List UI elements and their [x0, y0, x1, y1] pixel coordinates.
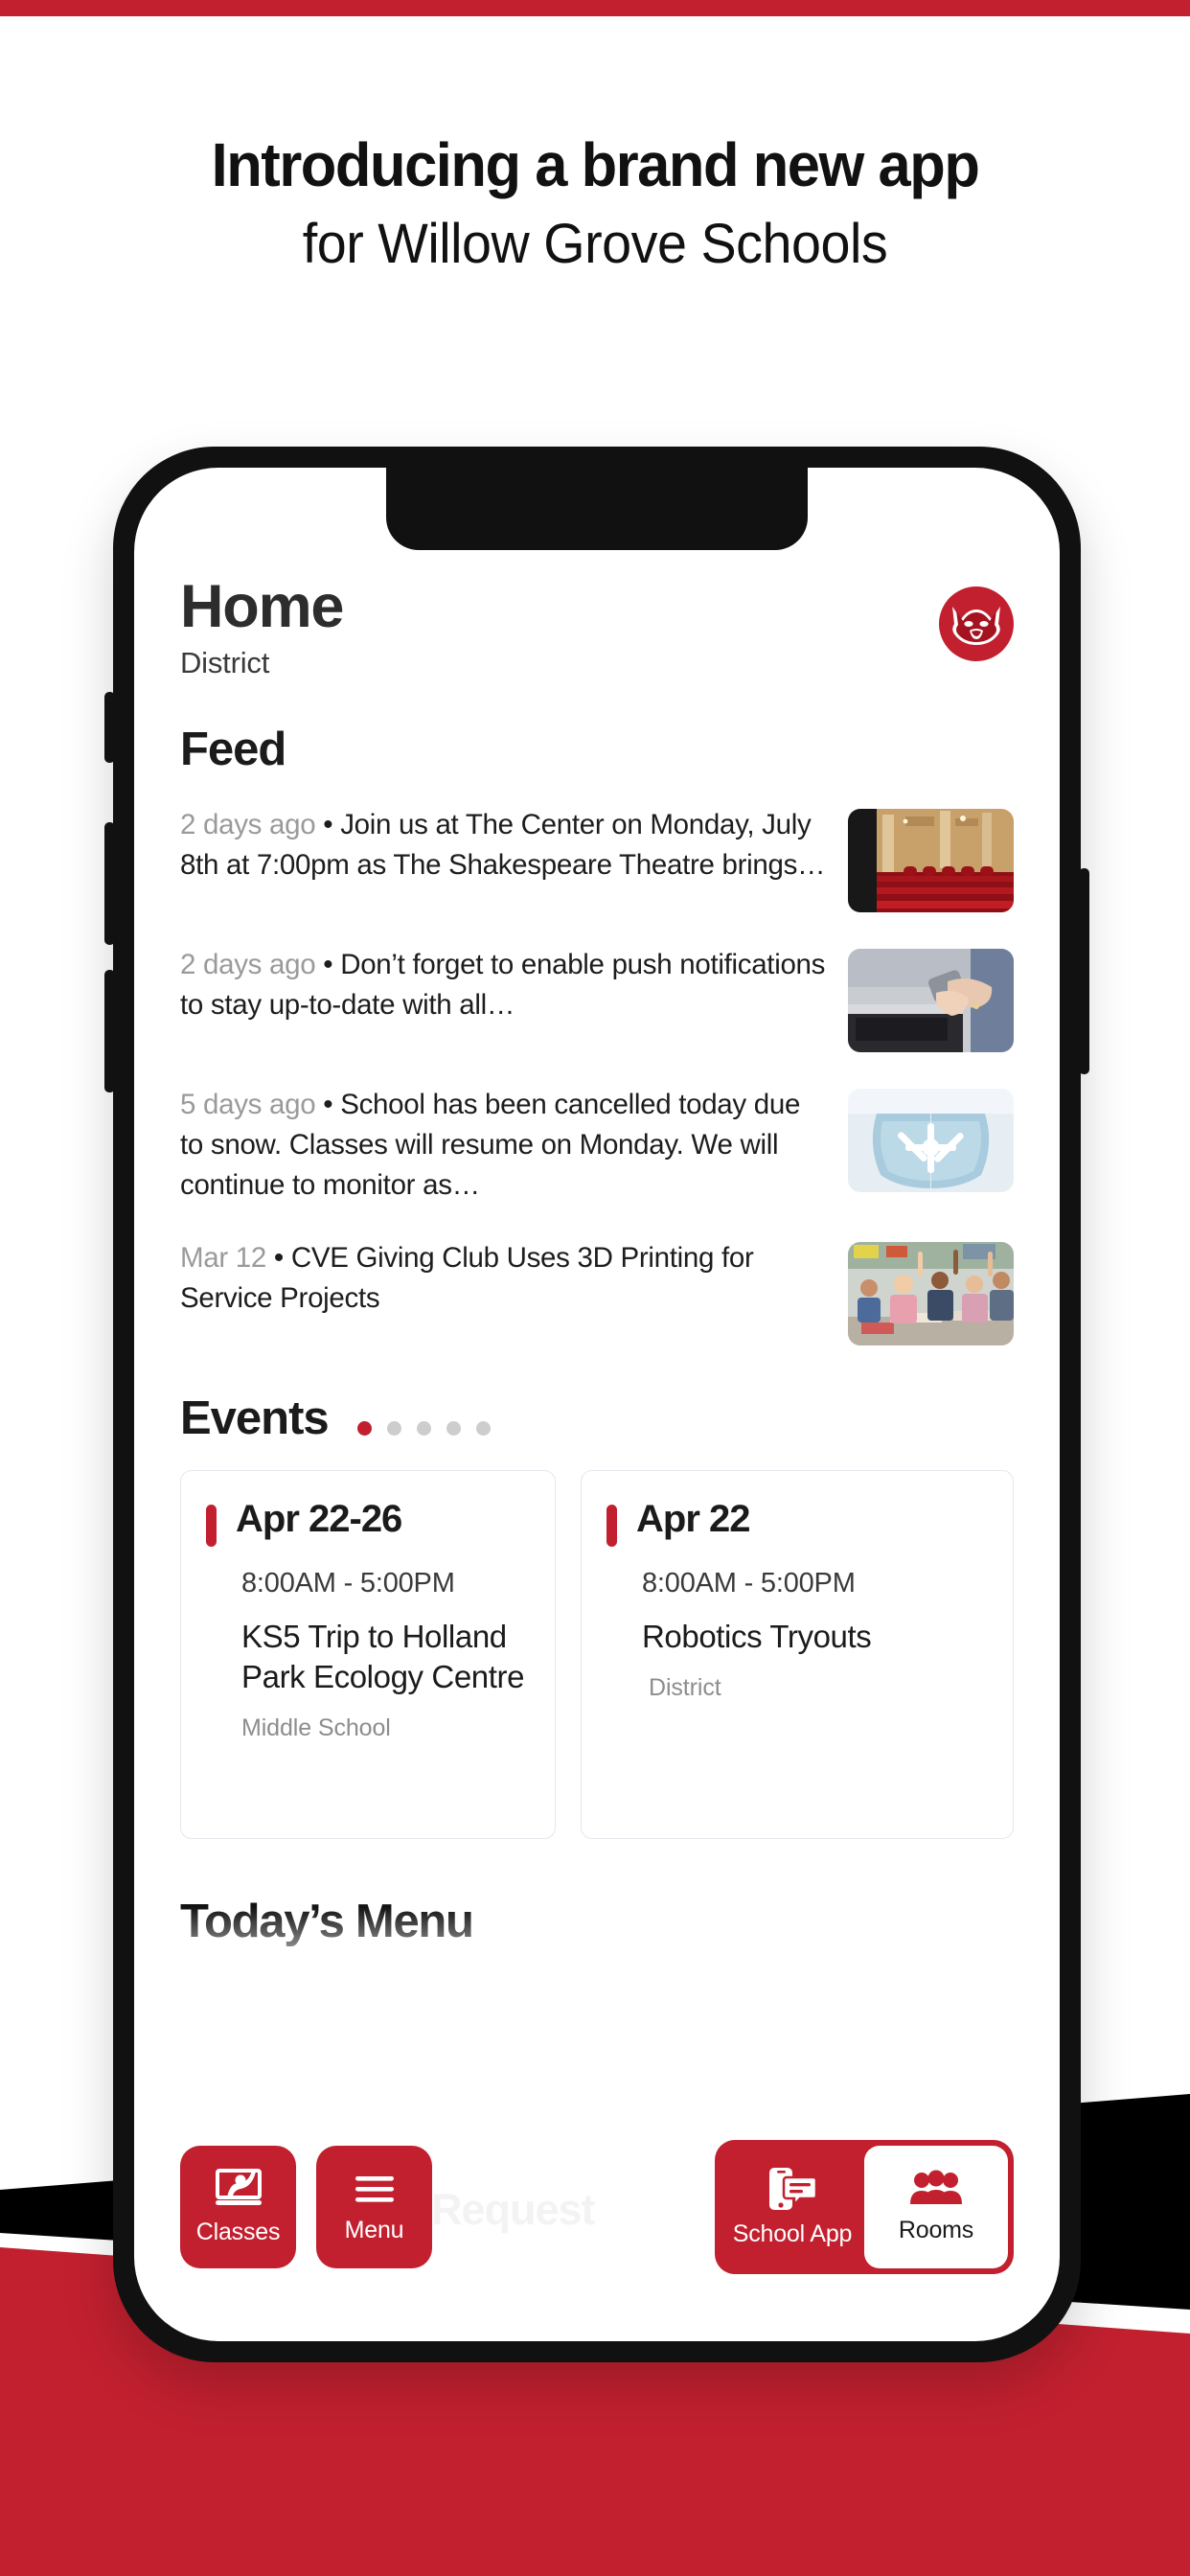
nav-tile-label: Menu	[344, 2217, 404, 2243]
theatre-seats-image	[848, 809, 1014, 913]
nav-group: School App Rooms	[715, 2140, 1014, 2274]
feed-item-body: CVE Giving Club Uses 3D Printing for Ser…	[180, 1241, 754, 1314]
people-group-icon	[910, 2170, 962, 2204]
promo-headline: Introducing a brand new app for Willow G…	[0, 0, 1190, 272]
phone-message-icon	[769, 2168, 818, 2210]
app-header: Home District	[180, 575, 1014, 680]
nav-tile-label: Classes	[195, 2219, 281, 2245]
snowflake-mittens-image	[848, 1089, 1014, 1193]
phone-screen: Home District Feed 2 days ago • Join us …	[134, 468, 1060, 2341]
headline-line-2: for Willow Grove Schools	[302, 213, 888, 275]
mute-switch-button[interactable]	[104, 692, 115, 763]
pagination-dot-2[interactable]	[386, 1421, 401, 1437]
event-name: KS5 Trip to Holland Park Ecology Centre	[241, 1618, 525, 1694]
app-content: Home District Feed 2 days ago • Join us …	[134, 468, 1060, 2341]
phone-notch	[386, 468, 808, 550]
event-time: 8:00AM - 5:00PM	[642, 1567, 856, 1598]
wildcat-icon-glyph	[952, 607, 1000, 645]
feed-item[interactable]: 5 days ago • School has been cancelled t…	[180, 1085, 1014, 1206]
headline-line-1: Introducing a brand new app	[211, 130, 980, 199]
nav-tile-rooms[interactable]: Rooms	[864, 2146, 1008, 2268]
phone-mockup: Home District Feed 2 days ago • Join us …	[104, 447, 1089, 2362]
feed-item-separator: •	[323, 809, 333, 841]
feed-item-time: 2 days ago	[180, 949, 316, 981]
event-date: Apr 22-26	[236, 1497, 402, 1540]
nav-tile-classes[interactable]: Classes	[180, 2146, 296, 2268]
hamburger-lines-icon	[355, 2176, 394, 2202]
feed-item-text: Mar 12 • CVE Giving Club Uses 3D Printin…	[180, 1238, 827, 1319]
feed-section-title: Feed	[180, 724, 286, 776]
feed-item-separator: •	[323, 949, 333, 981]
event-scope: Middle School	[241, 1714, 391, 1742]
feed-list: 2 days ago • Join us at The Center on Mo…	[180, 805, 1014, 1346]
pagination-dot-4[interactable]	[446, 1421, 461, 1437]
classroom-students-image	[848, 1241, 1014, 1346]
snowflake-mittens-thumbnail[interactable]	[848, 1089, 1014, 1193]
nav-tile-label: Rooms	[898, 2217, 974, 2243]
feed-item-separator: •	[273, 1241, 284, 1274]
event-accent-bar-icon	[206, 1504, 217, 1547]
feed-item[interactable]: 2 days ago • Join us at The Center on Mo…	[180, 805, 1014, 913]
event-card-header: Apr 22-26	[181, 1500, 528, 1547]
feed-item-time: Mar 12	[180, 1241, 267, 1274]
events-section-header: Events	[180, 1392, 1014, 1445]
classroom-students-thumbnail[interactable]	[848, 1241, 1014, 1346]
feed-item-time: 5 days ago	[180, 1089, 316, 1121]
volume-up-button[interactable]	[104, 822, 115, 945]
page-subtitle: District	[180, 646, 270, 680]
nav-tile-label: School App	[732, 2220, 853, 2247]
hands-phone-laptop-thumbnail[interactable]	[848, 949, 1014, 1053]
nav-tile-school-app[interactable]: School App	[721, 2146, 864, 2268]
feed-item[interactable]: 2 days ago • Don’t forget to enable push…	[180, 945, 1014, 1053]
feed-item[interactable]: Mar 12 • CVE Giving Club Uses 3D Printin…	[180, 1238, 1014, 1346]
event-accent-bar-icon	[606, 1504, 617, 1547]
event-date: Apr 22	[636, 1497, 750, 1540]
events-section-title: Events	[180, 1392, 330, 1444]
events-pagination-dots[interactable]	[356, 1400, 491, 1437]
feed-item-text: 2 days ago • Don’t forget to enable push…	[180, 945, 827, 1025]
event-card-body: 8:00AM - 5:00PM Robotics Tryouts Distric…	[582, 1568, 986, 1702]
app-header-titles: Home District	[180, 573, 344, 680]
power-button[interactable]	[1079, 868, 1089, 1074]
hands-phone-image	[848, 949, 1014, 1053]
pagination-dot-3[interactable]	[416, 1421, 431, 1437]
events-carousel[interactable]: Apr 22-26 8:00AM - 5:00PM KS5 Trip to Ho…	[180, 1469, 1014, 1839]
presentation-person-icon	[215, 2169, 262, 2205]
event-card[interactable]: Apr 22 8:00AM - 5:00PM Robotics Tryouts …	[581, 1469, 1014, 1839]
pagination-dot-1[interactable]	[356, 1421, 372, 1437]
feed-item-text: 5 days ago • School has been cancelled t…	[180, 1085, 827, 1206]
theatre-seats-thumbnail[interactable]	[848, 809, 1014, 913]
feed-item-separator: •	[323, 1089, 333, 1121]
volume-down-button[interactable]	[104, 970, 115, 1092]
feed-item-text: 2 days ago • Join us at The Center on Mo…	[180, 805, 827, 886]
pagination-dot-5[interactable]	[475, 1421, 491, 1437]
bottom-nav-bar: Classes Menu School App Rooms	[180, 2140, 1014, 2274]
event-scope: District	[649, 1674, 721, 1701]
event-card-header: Apr 22	[582, 1500, 986, 1547]
page-title: Home	[180, 573, 344, 640]
todays-menu-section-title: Today’s Menu	[180, 1895, 474, 1947]
event-time: 8:00AM - 5:00PM	[241, 1567, 455, 1598]
wildcat-mascot-logo-icon[interactable]	[939, 586, 1014, 661]
event-card[interactable]: Apr 22-26 8:00AM - 5:00PM KS5 Trip to Ho…	[180, 1469, 556, 1839]
nav-tile-menu[interactable]: Menu	[316, 2146, 432, 2268]
event-card-body: 8:00AM - 5:00PM KS5 Trip to Holland Park…	[181, 1568, 528, 1742]
event-name: Robotics Tryouts	[642, 1618, 872, 1654]
feed-item-time: 2 days ago	[180, 809, 316, 841]
